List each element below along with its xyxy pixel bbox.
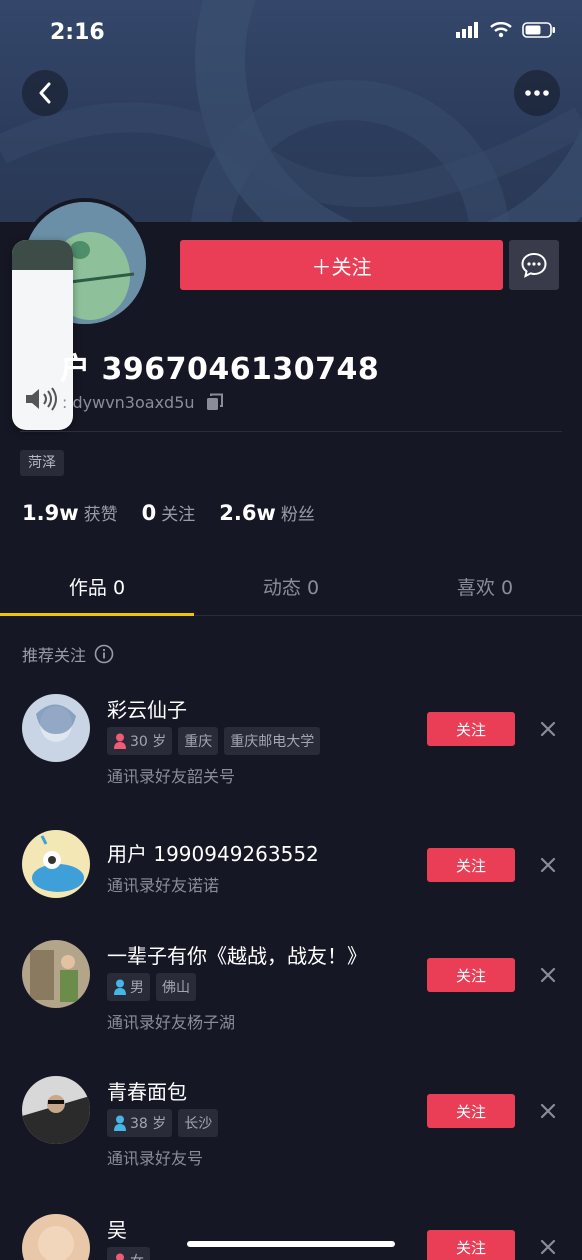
recommend-subtitle: 通讯录好友杨子湖 [107, 1013, 236, 1032]
profile-tabs: 作品 0 动态 0 喜欢 0 [0, 560, 582, 616]
dismiss-button[interactable] [537, 854, 559, 876]
follow-button[interactable]: 关注 [427, 1230, 515, 1260]
home-indicator[interactable] [187, 1241, 395, 1247]
recommend-subtitle: 通讯录好友韶关号 [107, 767, 236, 786]
stat-label: 获赞 [83, 505, 118, 525]
avatar[interactable] [22, 694, 90, 762]
age-tag: 30 岁 [107, 727, 173, 755]
close-icon [540, 1239, 556, 1255]
recommend-tags: 男 佛山 [107, 973, 196, 1001]
chevron-left-icon [39, 82, 51, 104]
stat-label: 关注 [161, 505, 196, 525]
avatar-image [22, 694, 90, 762]
recommend-header: 推荐关注 [22, 642, 114, 666]
more-button[interactable] [514, 70, 560, 116]
back-button[interactable] [22, 70, 68, 116]
dismiss-button[interactable] [537, 1100, 559, 1122]
tab-likes[interactable]: 喜欢 0 [388, 560, 582, 615]
douyin-id: : dywvn3oaxd5u [62, 392, 195, 412]
tab-activity[interactable]: 动态 0 [194, 560, 388, 615]
follow-button[interactable]: 关注 [427, 1094, 515, 1128]
douyin-id-row: : dywvn3oaxd5u [62, 392, 225, 412]
follow-button[interactable]: 关注 [427, 712, 515, 746]
recommend-title: 推荐关注 [22, 646, 87, 665]
tag-text: 重庆 [184, 734, 213, 750]
male-icon [114, 1115, 126, 1131]
recommend-tags: 38 岁 长沙 [107, 1109, 219, 1137]
school-tag: 重庆邮电大学 [224, 727, 321, 755]
gender-tag: 女 [107, 1247, 150, 1260]
tag-text: 佛山 [162, 980, 190, 996]
tag-text: 长沙 [184, 1116, 213, 1132]
copy-icon[interactable] [205, 392, 225, 412]
dismiss-button[interactable] [537, 718, 559, 740]
recommend-name: 吴 [107, 1218, 127, 1242]
avatar[interactable] [22, 1214, 90, 1260]
city-tag: 佛山 [156, 973, 196, 1001]
dismiss-button[interactable] [537, 964, 559, 986]
close-icon [540, 967, 556, 983]
tab-works[interactable]: 作品 0 [0, 560, 194, 616]
status-bar: 2:16 [0, 0, 582, 70]
profile-stats: 1.9w 获赞 0 关注 2.6w 粉丝 [22, 500, 315, 525]
recommend-subtitle: 通讯录好友诺诺 [107, 876, 220, 895]
tag-text: 重庆邮电大学 [230, 734, 315, 750]
tag-text: 女 [130, 1251, 144, 1260]
male-icon [114, 979, 126, 995]
message-button[interactable] [509, 240, 559, 290]
stat-likes[interactable]: 1.9w 获赞 [22, 500, 118, 525]
female-icon [116, 1253, 124, 1260]
stat-value: 2.6w [219, 501, 276, 525]
avatar-image [22, 1076, 90, 1144]
recommend-name: 用户 1990949263552 [107, 842, 319, 866]
battery-icon [522, 22, 555, 38]
divider [20, 431, 562, 432]
recommend-tags: 30 岁 重庆 重庆邮电大学 [107, 727, 321, 755]
avatar[interactable] [22, 940, 90, 1008]
speaker-icon [26, 387, 57, 411]
age-tag: 38 岁 [107, 1109, 173, 1137]
close-icon [540, 857, 556, 873]
dismiss-button[interactable] [537, 1236, 559, 1258]
tag-text: 男 [130, 980, 144, 996]
gender-tag: 男 [107, 973, 150, 1001]
location-tag: 菏泽 [20, 450, 64, 476]
follow-button[interactable]: 关注 [427, 958, 515, 992]
follow-button[interactable]: 关注 [427, 848, 515, 882]
avatar[interactable] [22, 1076, 90, 1144]
info-icon[interactable] [94, 644, 114, 664]
status-time: 2:16 [50, 20, 105, 45]
recommend-tags: 女 [107, 1247, 150, 1260]
tag-text: 30 岁 [130, 734, 167, 750]
wifi-icon [490, 22, 512, 38]
username: 户 3967046130748 [60, 352, 380, 387]
stat-value: 0 [141, 501, 157, 525]
city-tag: 重庆 [178, 727, 219, 755]
tag-text: 38 岁 [130, 1116, 167, 1132]
chat-bubble-icon [521, 252, 547, 278]
more-dots-icon [525, 90, 549, 96]
avatar-image [22, 830, 90, 898]
stat-following[interactable]: 0 关注 [142, 500, 196, 525]
status-icons [456, 22, 556, 38]
close-icon [540, 1103, 556, 1119]
city-tag: 长沙 [178, 1109, 219, 1137]
signal-icon [456, 22, 478, 38]
stat-label: 粉丝 [280, 505, 315, 525]
volume-empty-track [12, 240, 73, 271]
stat-followers[interactable]: 2.6w 粉丝 [219, 500, 315, 525]
avatar[interactable] [22, 830, 90, 898]
recommend-subtitle: 通讯录好友号 [107, 1149, 204, 1168]
stat-value: 1.9w [22, 501, 79, 525]
follow-button[interactable]: ＋关注 [180, 240, 503, 290]
recommend-name: 一辈子有你《越战，战友！》 [107, 944, 367, 968]
avatar-image [22, 940, 90, 1008]
avatar-image [22, 1214, 90, 1260]
female-icon [114, 733, 126, 749]
recommend-name: 彩云仙子 [107, 698, 187, 722]
close-icon [540, 721, 556, 737]
follow-button-label: ＋关注 [311, 254, 372, 279]
recommend-name: 青春面包 [107, 1080, 187, 1104]
